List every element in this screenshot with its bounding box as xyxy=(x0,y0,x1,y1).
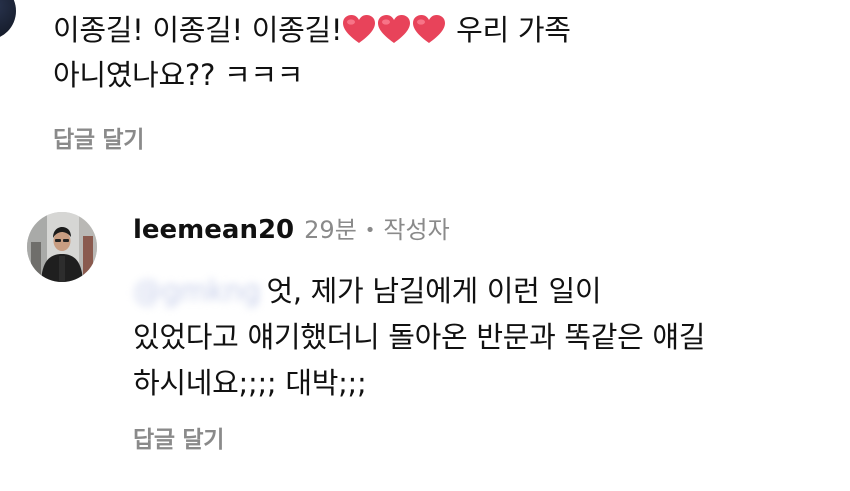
timestamp: 29분 xyxy=(304,216,357,244)
avatar[interactable] xyxy=(27,212,97,282)
reply-body: leemean20 29분 • 작성자 @gmkng 엇, 제가 남길에게 이런 일이 … xyxy=(133,212,833,406)
author-badge: 작성자 xyxy=(383,216,450,244)
heart-icon xyxy=(343,15,376,43)
reply-header: leemean20 29분 • 작성자 xyxy=(133,212,833,248)
mention-link[interactable]: @gmkng xyxy=(133,274,261,308)
heart-icon xyxy=(413,15,446,43)
avatar-photo xyxy=(27,212,97,282)
reply-line-3: 하시네요;;;; 대박;;; xyxy=(133,366,367,400)
reply-text: @gmkng 엇, 제가 남길에게 이런 일이 있었다고 얘기했더니 돌아온 반문… xyxy=(133,268,833,406)
reply-line-1: @gmkng 엇, 제가 남길에게 이런 일이 xyxy=(133,268,833,314)
comment: 이종길! 이종길! 이종길! 우리 가족 아니였나요?? ㅋㅋㅋ 답글 달기 xyxy=(53,8,833,153)
comment-line-2: 아니였나요?? ㅋㅋㅋ xyxy=(53,58,304,92)
comment-line-1: 이종길! 이종길! 이종길! 우리 가족 xyxy=(53,8,833,53)
comment-text: 이종길! 이종길! 이종길! 우리 가족 아니였나요?? ㅋㅋㅋ xyxy=(53,8,833,98)
reply-button[interactable]: 답글 달기 xyxy=(53,120,144,154)
reply-text-part: 엇, 제가 남길에게 이런 일이 xyxy=(266,274,602,308)
comment-text-part: 이종길! 이종길! 이종길! xyxy=(53,13,343,47)
username[interactable]: leemean20 xyxy=(133,215,294,245)
reply-button[interactable]: 답글 달기 xyxy=(133,420,224,454)
comment-text-part: 우리 가족 xyxy=(447,13,571,47)
previous-commenter-avatar[interactable] xyxy=(0,0,16,40)
separator-dot: • xyxy=(364,220,376,241)
reply-line-2: 있었다고 얘기했더니 돌아온 반문과 똑같은 얘길 xyxy=(133,320,706,354)
reply-comment: leemean20 29분 • 작성자 @gmkng 엇, 제가 남길에게 이런 일이 … xyxy=(27,212,827,482)
heart-icon xyxy=(378,15,411,43)
